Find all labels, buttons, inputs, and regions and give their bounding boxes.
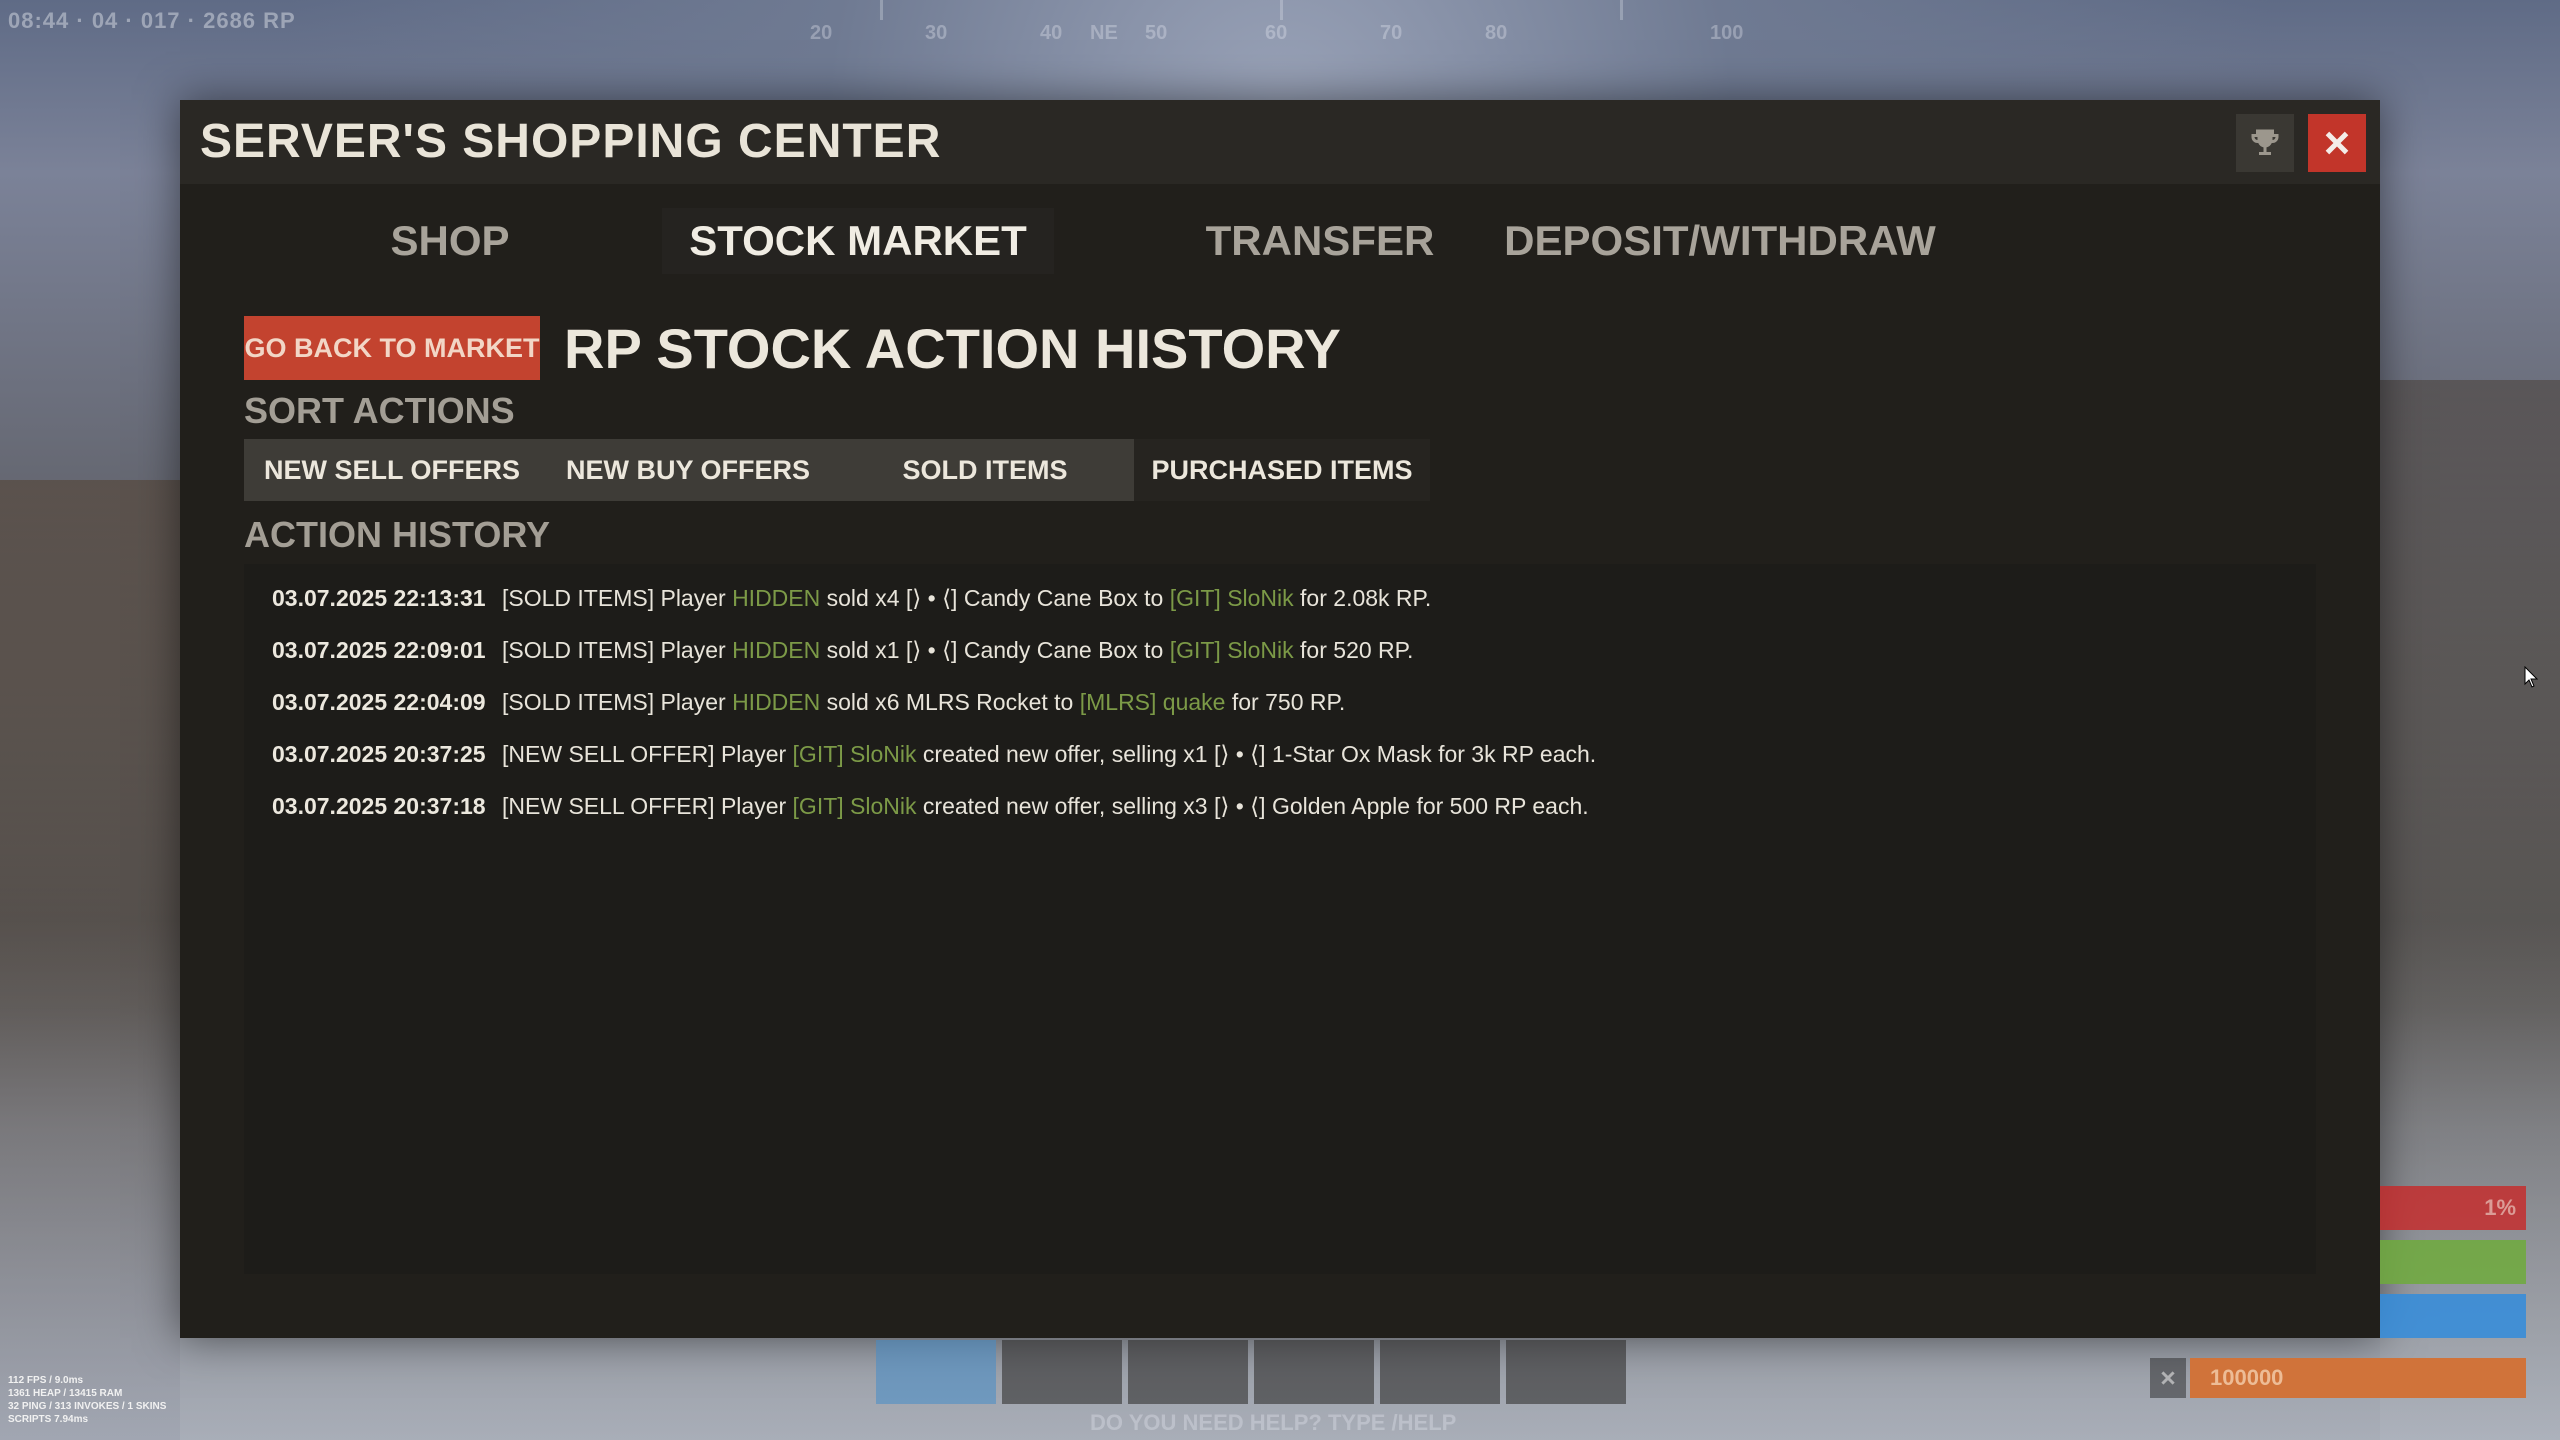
history-timestamp: 03.07.2025 22:13:31: [272, 584, 486, 611]
compass-tick: 30: [925, 22, 948, 44]
message-text: sold x1 [⟩ • ⟨] Candy Cane Box to: [820, 636, 1170, 663]
history-message: [SOLD ITEMS] Player HIDDEN sold x1 [⟩ • …: [502, 637, 1413, 664]
compass-tick: NE: [1090, 22, 1118, 44]
hud-top-left-status: 08:44 · 04 · 017 · 2686 RP: [8, 8, 296, 33]
sort-new-buy-offers-button[interactable]: NEW BUY OFFERS: [540, 439, 836, 501]
compass-bar: 20 30 40 NE 50 60 70 80 100: [780, 0, 1780, 60]
mouse-cursor-icon: [2524, 666, 2539, 688]
tab-stock-market[interactable]: STOCK MARKET: [662, 208, 1054, 274]
compass-mark: [1620, 0, 1623, 20]
compass-tick: 80: [1485, 22, 1508, 44]
message-text: created new offer, selling x3 [⟩ • ⟨] Go…: [916, 792, 1589, 819]
leaderboard-button[interactable]: [2236, 114, 2294, 172]
compass-mark: [1280, 0, 1283, 20]
history-message: [NEW SELL OFFER] Player [GIT] SloNik cre…: [502, 793, 1589, 820]
compass-tick: 70: [1380, 22, 1403, 44]
history-row: 03.07.2025 22:04:09 [SOLD ITEMS] Player H…: [272, 682, 1345, 722]
history-message: [SOLD ITEMS] Player HIDDEN sold x4 [⟩ • …: [502, 585, 1431, 612]
history-row: 03.07.2025 20:37:25 [NEW SELL OFFER] Play…: [272, 734, 1596, 774]
message-text: [NEW SELL OFFER] Player: [502, 740, 793, 767]
message-text: [SOLD ITEMS] Player: [502, 636, 733, 663]
xp-close-icon[interactable]: [2150, 1358, 2186, 1398]
action-history-list: 03.07.2025 22:13:31 [SOLD ITEMS] Player H…: [244, 564, 2316, 1274]
sort-sold-items-button[interactable]: SOLD ITEMS: [836, 439, 1134, 501]
history-timestamp: 03.07.2025 22:04:09: [272, 688, 486, 715]
hotbar-slot[interactable]: [1254, 1340, 1374, 1404]
action-history-label: ACTION HISTORY: [244, 514, 551, 555]
xp-progress-bar: 100000: [2190, 1358, 2526, 1398]
sort-purchased-items-button[interactable]: PURCHASED ITEMS: [1134, 439, 1430, 501]
hotbar-slot[interactable]: [1380, 1340, 1500, 1404]
message-text: [NEW SELL OFFER] Player: [502, 792, 793, 819]
compass-tick: 100: [1710, 22, 1744, 44]
shopping-center-window: SERVER'S SHOPPING CENTER SHOP STOCK MARK…: [180, 100, 2380, 1338]
history-message: [NEW SELL OFFER] Player [GIT] SloNik cre…: [502, 741, 1596, 768]
performance-stats: 112 FPS / 9.0ms 1361 HEAP / 13415 RAM 32…: [8, 1374, 166, 1426]
stats-line: SCRIPTS 7.94ms: [8, 1414, 89, 1425]
window-title: SERVER'S SHOPPING CENTER: [200, 115, 942, 168]
go-back-to-market-button[interactable]: GO BACK TO MARKET: [244, 316, 540, 380]
history-timestamp: 03.07.2025 20:37:25: [272, 740, 486, 767]
message-text: for 750 RP.: [1225, 688, 1346, 715]
compass-tick: 60: [1265, 22, 1288, 44]
hotbar: [876, 1340, 1626, 1404]
history-timestamp: 03.07.2025 22:09:01: [272, 636, 486, 663]
thirst-bar: [2380, 1294, 2526, 1338]
compass-tick: 40: [1040, 22, 1063, 44]
message-text: created new offer, selling x1 [⟩ • ⟨] 1-…: [916, 740, 1597, 767]
player-name: [GIT] SloNik: [792, 740, 917, 767]
hotbar-slot[interactable]: [1128, 1340, 1248, 1404]
sort-actions-label: SORT ACTIONS: [244, 390, 515, 431]
message-text: for 2.08k RP.: [1293, 584, 1432, 611]
stats-line: 112 FPS / 9.0ms: [8, 1375, 84, 1386]
player-name: [GIT] SloNik: [792, 792, 917, 819]
hotbar-slot[interactable]: [1506, 1340, 1626, 1404]
stats-line: 1361 HEAP / 13415 RAM: [8, 1388, 123, 1399]
compass-tick: 50: [1145, 22, 1168, 44]
tab-transfer[interactable]: TRANSFER: [1160, 208, 1480, 274]
tab-shop[interactable]: SHOP: [330, 208, 570, 274]
background-terrain-left: [0, 480, 180, 1440]
hotbar-slot[interactable]: [1002, 1340, 1122, 1404]
vitals-panel: 1%: [2380, 1186, 2526, 1348]
tab-deposit-withdraw[interactable]: DEPOSIT/WITHDRAW: [1490, 208, 1950, 274]
message-text: [SOLD ITEMS] Player: [502, 688, 733, 715]
history-row: 03.07.2025 20:37:18 [NEW SELL OFFER] Play…: [272, 786, 1589, 826]
stats-line: 32 PING / 313 INVOKES / 1 SKINS: [8, 1401, 167, 1412]
main-tabs: SHOP STOCK MARKET TRANSFER DEPOSIT/WITHD…: [180, 184, 2380, 284]
page-title: RP STOCK ACTION HISTORY: [564, 317, 1341, 380]
close-button[interactable]: [2308, 114, 2366, 172]
hunger-bar: [2380, 1240, 2526, 1284]
compass-tick: 20: [810, 22, 833, 44]
sort-new-sell-offers-button[interactable]: NEW SELL OFFERS: [244, 439, 540, 501]
message-text: sold x6 MLRS Rocket to: [820, 688, 1080, 715]
history-message: [SOLD ITEMS] Player HIDDEN sold x6 MLRS …: [502, 689, 1345, 716]
message-text: for 520 RP.: [1293, 636, 1414, 663]
history-timestamp: 03.07.2025 20:37:18: [272, 792, 486, 819]
player-name: [GIT] SloNik: [1169, 636, 1294, 663]
health-bar: 1%: [2380, 1186, 2526, 1230]
message-text: [SOLD ITEMS] Player: [502, 584, 733, 611]
sort-actions-bar: NEW SELL OFFERS NEW BUY OFFERS SOLD ITEM…: [244, 439, 1430, 501]
compass-mark: [880, 0, 883, 20]
player-name: HIDDEN: [732, 688, 821, 715]
trophy-icon: [2251, 129, 2279, 155]
window-titlebar: SERVER'S SHOPPING CENTER: [180, 100, 2380, 184]
history-row: 03.07.2025 22:13:31 [SOLD ITEMS] Player H…: [272, 578, 1431, 618]
player-name: HIDDEN: [732, 636, 821, 663]
history-row: 03.07.2025 22:09:01 [SOLD ITEMS] Player H…: [272, 630, 1413, 670]
player-name: [MLRS] quake: [1079, 688, 1226, 715]
player-name: HIDDEN: [732, 584, 821, 611]
close-icon: [2325, 131, 2349, 155]
help-hint: DO YOU NEED HELP? TYPE /HELP: [1090, 1410, 1457, 1435]
message-text: sold x4 [⟩ • ⟨] Candy Cane Box to: [820, 584, 1170, 611]
player-name: [GIT] SloNik: [1169, 584, 1294, 611]
hotbar-slot[interactable]: [876, 1340, 996, 1404]
